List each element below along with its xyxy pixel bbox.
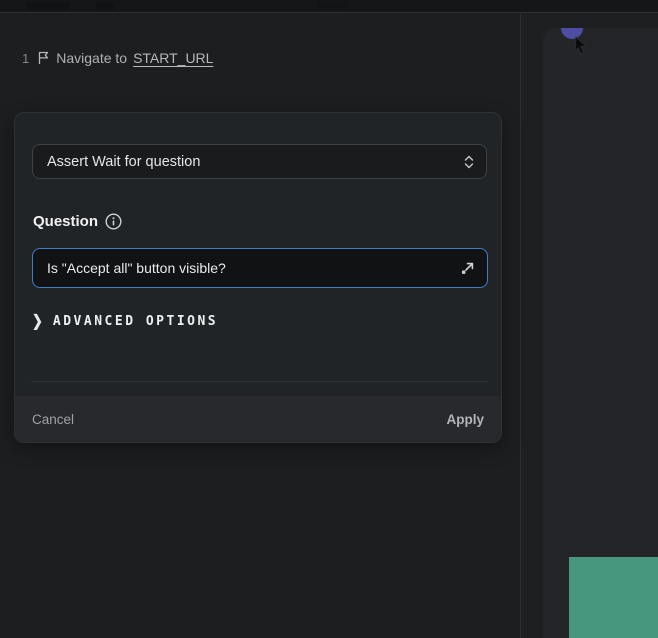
- toolbar-artifact: [26, 2, 70, 10]
- assertion-editor-card: Assert Wait for question Question Is "Ac…: [14, 112, 502, 443]
- question-label: Question: [33, 213, 98, 230]
- chevron-right-icon: ❯: [32, 311, 43, 330]
- question-input[interactable]: Is "Accept all" button visible?: [32, 248, 488, 288]
- expand-icon[interactable]: [460, 261, 475, 276]
- action-type-value: Assert Wait for question: [47, 154, 464, 170]
- app-window: 1 Navigate to START_URL Assert Wait for …: [0, 0, 658, 638]
- card-footer: Cancel Apply: [15, 396, 501, 442]
- advanced-options-label: ADVANCED OPTIONS: [53, 314, 218, 329]
- card-divider: [31, 381, 488, 382]
- cancel-button[interactable]: Cancel: [32, 412, 74, 427]
- step-target-link[interactable]: START_URL: [133, 50, 213, 66]
- teal-banner: [569, 557, 658, 638]
- question-label-row: Question: [33, 213, 122, 230]
- advanced-options-toggle[interactable]: ❯ ADVANCED OPTIONS: [32, 313, 218, 329]
- action-type-select[interactable]: Assert Wait for question: [32, 144, 487, 179]
- browser-preview-panel[interactable]: WI by SU F S: [543, 28, 658, 638]
- toolbar-artifact: [318, 2, 348, 10]
- step-number: 1: [22, 51, 29, 66]
- question-input-value: Is "Accept all" button visible?: [47, 260, 460, 276]
- toolbar-artifact: [96, 2, 114, 10]
- select-chevrons-icon: [464, 154, 474, 170]
- info-icon[interactable]: [105, 213, 122, 230]
- top-toolbar: [0, 0, 658, 13]
- step-navigate-row[interactable]: 1 Navigate to START_URL: [22, 50, 213, 66]
- flag-icon: [37, 51, 50, 65]
- step-action-label: Navigate to: [56, 50, 127, 66]
- cursor-icon: [573, 36, 589, 56]
- apply-button[interactable]: Apply: [446, 412, 484, 427]
